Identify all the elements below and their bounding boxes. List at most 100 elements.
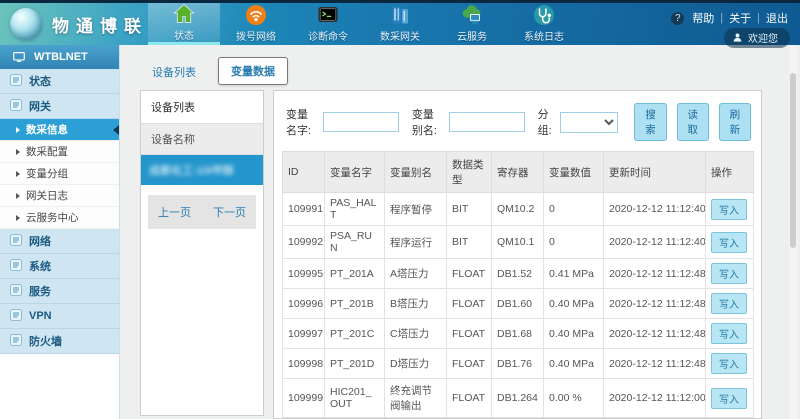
help-question-icon: ? [671, 12, 684, 25]
device-list-panel: 设备列表 设备名称 成都化工-10t甲醇 上一页 下一页 [140, 90, 264, 416]
write-button[interactable]: 写入 [711, 293, 747, 314]
read-button[interactable]: 读取 [677, 103, 709, 141]
cell-alias: D塔压力 [385, 349, 447, 379]
logout-link[interactable]: 退出 [766, 10, 788, 26]
divider: | [757, 12, 760, 24]
cloud-service-icon [460, 3, 484, 27]
cell-id: 109998 [283, 349, 325, 379]
table-header-row: ID变量名字变量别名数据类型寄存器变量数值更新时间操作 [283, 152, 754, 193]
sidebar-item-data-collection-info[interactable]: 数采信息 [0, 119, 119, 141]
list-icon [10, 334, 22, 349]
variable-alias-label: 变量别名: [412, 106, 444, 138]
device-panel-title: 设备列表 [141, 91, 263, 124]
column-header: 变量名字 [325, 152, 385, 193]
logo: 物通博联 [10, 8, 148, 40]
device-item[interactable]: 成都化工-10t甲醇 [141, 155, 263, 185]
variable-alias-input[interactable] [449, 112, 525, 132]
refresh-button[interactable]: 刷新 [719, 103, 751, 141]
group-select[interactable] [560, 112, 619, 133]
nav-item-label: 数采网关 [380, 28, 420, 43]
list-icon [10, 234, 22, 249]
tab-variable-data[interactable]: 变量数据 [218, 57, 288, 85]
device-prev-page-button[interactable]: 上一页 [158, 204, 191, 220]
write-button[interactable]: 写入 [711, 199, 747, 220]
help-link[interactable]: 帮助 [692, 10, 714, 26]
divider: | [720, 12, 723, 24]
sidebar-item-firewall[interactable]: 防火墙 [0, 329, 119, 354]
table-row: 109997PT_201CC塔压力FLOATDB1.680.40 MPa2020… [283, 319, 754, 349]
cell-id: 109999 [283, 379, 325, 418]
sidebar-item-label: 网关 [29, 98, 51, 114]
dial-network-icon [244, 3, 268, 27]
table-row: 109999HIC201_OUT终充调节阀输出FLOATDB1.2640.00 … [283, 379, 754, 418]
home-icon [172, 2, 196, 26]
tab-device-list[interactable]: 设备列表 [140, 59, 208, 85]
cell-register: DB1.264 [492, 379, 544, 418]
cell-alias: 程序暂停 [385, 193, 447, 226]
search-button[interactable]: 搜索 [634, 103, 666, 141]
table-row: 109995PT_201AA塔压力FLOATDB1.520.41 MPa2020… [283, 259, 754, 289]
nav-item-diagnostic-command[interactable]: 诊断命令 [292, 3, 364, 45]
cell-id: 109992 [283, 226, 325, 259]
sidebar-item-label: 状态 [29, 73, 51, 89]
sidebar-item-gateway-log[interactable]: 网关日志 [0, 185, 119, 207]
sidebar-item-label: 服务 [29, 283, 51, 299]
device-next-page-button[interactable]: 下一页 [213, 204, 246, 220]
write-button[interactable]: 写入 [711, 263, 747, 284]
cell-value: 0.40 MPa [544, 349, 604, 379]
sidebar-item-variable-group[interactable]: 变量分组 [0, 163, 119, 185]
sidebar-item-label: 网关日志 [26, 188, 68, 203]
sidebar-item-gateway[interactable]: 网关 [0, 94, 119, 119]
cell-name: PAS_HALT [325, 193, 385, 226]
write-button[interactable]: 写入 [711, 353, 747, 374]
cell-action: 写入 [706, 349, 754, 379]
cell-action: 写入 [706, 259, 754, 289]
cell-updated: 2020-12-12 11:12:48 [604, 349, 706, 379]
cell-register: DB1.52 [492, 259, 544, 289]
table-row: 109996PT_201BB塔压力FLOATDB1.600.40 MPa2020… [283, 289, 754, 319]
sidebar-item-system[interactable]: 系统 [0, 254, 119, 279]
device-item-label: 成都化工-10t甲醇 [149, 165, 234, 177]
nav-item-data-gateway[interactable]: 数采网关 [364, 3, 436, 45]
write-button[interactable]: 写入 [711, 323, 747, 344]
sidebar-item-label: 系统 [29, 258, 51, 274]
nav-item-cloud-service[interactable]: 云服务 [436, 3, 508, 45]
write-button[interactable]: 写入 [711, 388, 747, 409]
nav-item-label: 拨号网络 [236, 28, 276, 43]
cell-alias: B塔压力 [385, 289, 447, 319]
nav-item-status[interactable]: 状态 [148, 3, 220, 45]
scrollbar-thumb[interactable] [790, 73, 796, 248]
device-name-header: 设备名称 [141, 124, 263, 155]
cell-name: PT_201B [325, 289, 385, 319]
sidebar-item-cloud-service-center[interactable]: 云服务中心 [0, 207, 119, 229]
cell-action: 写入 [706, 319, 754, 349]
welcome-badge[interactable]: 欢迎您 [724, 28, 790, 48]
sidebar-item-data-collection-config[interactable]: 数采配置 [0, 141, 119, 163]
sidebar-item-network[interactable]: 网络 [0, 229, 119, 254]
about-link[interactable]: 关于 [729, 10, 751, 26]
cell-value: 0.40 MPa [544, 289, 604, 319]
logo-text: 物通博联 [52, 12, 148, 37]
cell-updated: 2020-12-12 11:12:48 [604, 259, 706, 289]
sidebar-item-status[interactable]: 状态 [0, 69, 119, 94]
sidebar-item-service[interactable]: 服务 [0, 279, 119, 304]
gateway-icon [388, 3, 412, 27]
write-button[interactable]: 写入 [711, 232, 747, 253]
sidebar-item-label: 防火墙 [29, 333, 62, 349]
variable-table-body: 109991PAS_HALT程序暂停BITQM10.202020-12-12 1… [283, 193, 754, 419]
cell-alias: 程序运行 [385, 226, 447, 259]
nav-item-dial-network[interactable]: 拨号网络 [220, 3, 292, 45]
cell-updated: 2020-12-12 11:12:00 [604, 379, 706, 418]
variable-name-input[interactable] [323, 112, 399, 132]
cell-value: 0 [544, 226, 604, 259]
cell-action: 写入 [706, 193, 754, 226]
sidebar-item-label: 云服务中心 [26, 210, 79, 225]
cell-register: DB1.68 [492, 319, 544, 349]
cell-id: 109995 [283, 259, 325, 289]
vertical-scrollbar[interactable] [789, 45, 797, 419]
column-header: 数据类型 [447, 152, 492, 193]
sidebar-item-label: 数采配置 [26, 144, 68, 159]
nav-item-system-log[interactable]: 系统日志 [508, 3, 580, 45]
cell-value: 0 [544, 193, 604, 226]
sidebar-item-vpn[interactable]: VPN [0, 304, 119, 329]
